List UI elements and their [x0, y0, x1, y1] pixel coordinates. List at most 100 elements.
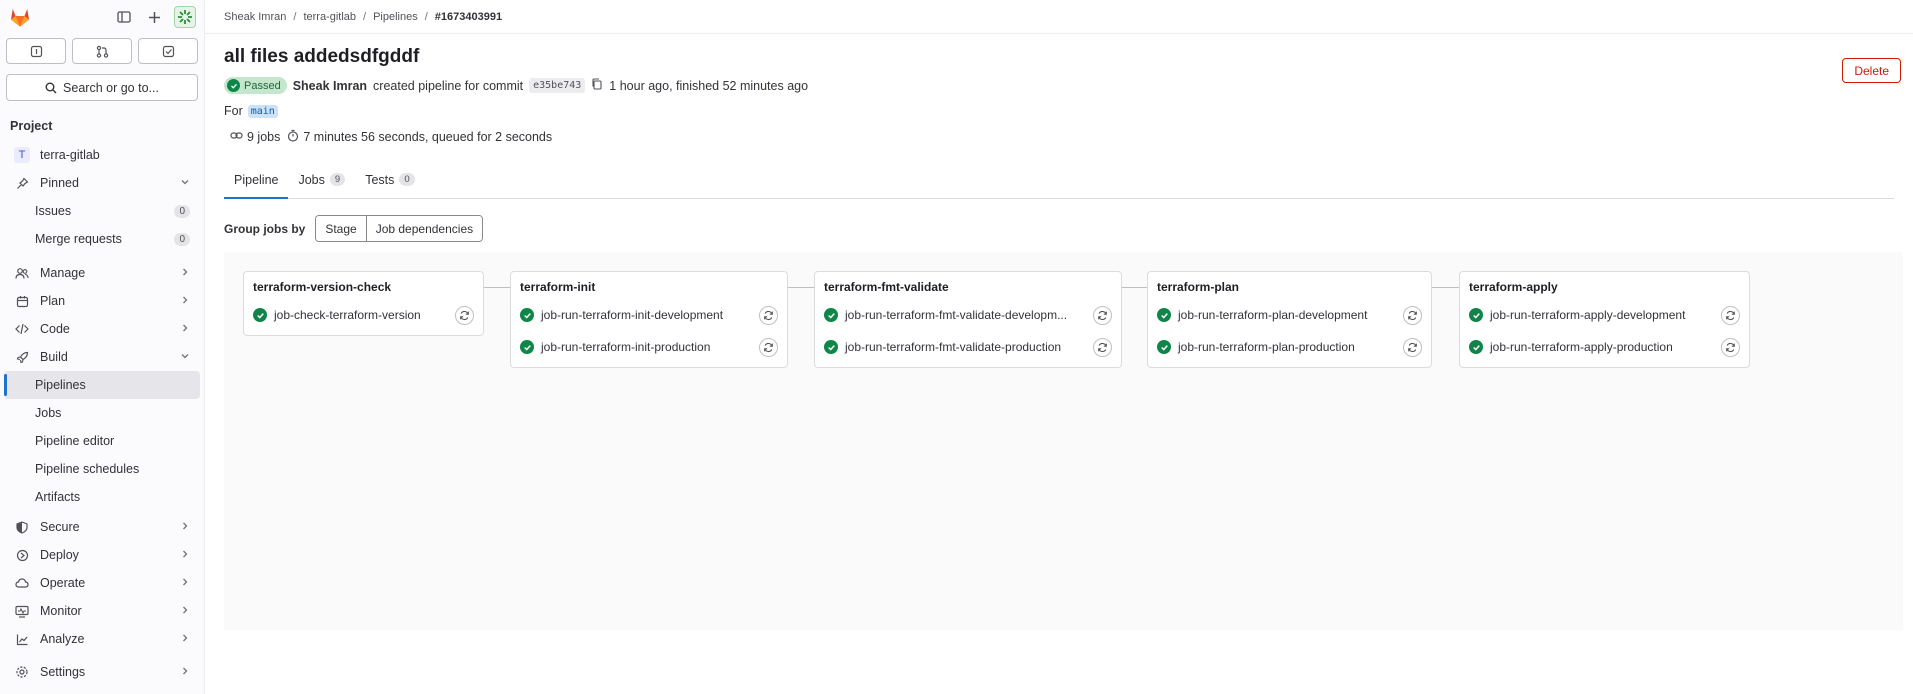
status-label: Passed [244, 79, 281, 92]
issues-label: Issues [35, 204, 72, 218]
job-name: job-run-terraform-plan-development [1178, 308, 1368, 322]
sidebar-item-project[interactable]: T terra-gitlab [4, 141, 200, 169]
sidebar-item-build[interactable]: Build [4, 343, 200, 371]
sidebar-item-plan[interactable]: Plan [4, 287, 200, 315]
sidebar-item-manage[interactable]: Manage [4, 259, 200, 287]
commit-sha[interactable]: e35be743 [529, 78, 586, 93]
sidebar-item-settings[interactable]: Settings [4, 658, 200, 686]
sidebar-item-secure[interactable]: Secure [4, 513, 200, 541]
stage-title: terraform-apply [1469, 280, 1558, 294]
retry-icon[interactable] [1403, 305, 1422, 325]
search-button[interactable]: Search or go to... [6, 74, 198, 101]
retry-icon[interactable] [1721, 305, 1740, 325]
user-avatar[interactable] [174, 6, 196, 28]
job-item[interactable]: job-run-terraform-fmt-validate-developm.… [815, 299, 1121, 331]
stage-connector [1122, 287, 1147, 288]
code-label: Code [40, 322, 70, 336]
sidebar-item-pipeline-schedules[interactable]: Pipeline schedules [4, 455, 200, 483]
sidebar-item-pipelines[interactable]: Pipelines [4, 371, 200, 399]
retry-icon[interactable] [1093, 337, 1112, 357]
check-circle-icon [520, 340, 534, 354]
timer-icon [287, 129, 299, 145]
tab-tests[interactable]: Tests 0 [355, 161, 424, 198]
group-by-dependencies-button[interactable]: Job dependencies [365, 216, 483, 241]
issues-icon [30, 45, 42, 57]
stage-column: terraform-apply job-run-terraform-apply-d… [1459, 271, 1750, 368]
toggle-sidebar-icon[interactable] [114, 7, 134, 27]
status-badge[interactable]: Passed [224, 77, 287, 94]
sidebar-item-issues[interactable]: Issues 0 [4, 197, 200, 225]
cloud-icon [14, 575, 30, 591]
sidebar-item-pinned[interactable]: Pinned [4, 169, 200, 197]
delete-button[interactable]: Delete [1842, 58, 1901, 83]
created-text: created pipeline for commit [373, 78, 524, 93]
job-name: job-run-terraform-init-production [541, 340, 711, 354]
job-item[interactable]: job-run-terraform-init-production [511, 331, 787, 363]
project-avatar: T [14, 147, 30, 163]
job-item[interactable]: job-run-terraform-apply-production [1460, 331, 1749, 363]
job-item[interactable]: job-run-terraform-init-development [511, 299, 787, 331]
pipeline-schedules-label: Pipeline schedules [35, 462, 140, 476]
sidebar-item-artifacts[interactable]: Artifacts [4, 483, 200, 511]
chevron-right-icon [180, 322, 190, 336]
deploy-label: Deploy [40, 548, 79, 562]
sidebar-item-deploy[interactable]: Deploy [4, 541, 200, 569]
stage-column: terraform-init job-run-terraform-init-dev… [510, 271, 788, 368]
sidebar-item-monitor[interactable]: Monitor [4, 597, 200, 625]
job-item[interactable]: job-run-terraform-apply-development [1460, 299, 1749, 331]
todos-shortcut-button[interactable] [138, 38, 198, 64]
merge-requests-shortcut-button[interactable] [72, 38, 132, 64]
pipeline-page: all files addedsdfgddf Delete Passed She… [205, 46, 1913, 630]
issues-shortcut-button[interactable] [6, 38, 66, 64]
retry-icon[interactable] [1721, 337, 1740, 357]
settings-label: Settings [40, 665, 86, 679]
stage-column: terraform-plan job-run-terraform-plan-dev… [1147, 271, 1432, 368]
breadcrumb-pipelines[interactable]: Pipelines [373, 11, 418, 23]
sidebar-item-operate[interactable]: Operate [4, 569, 200, 597]
stage-connector [788, 287, 814, 288]
breadcrumb-project[interactable]: terra-gitlab [303, 11, 356, 23]
job-name: job-run-terraform-fmt-validate-productio… [845, 340, 1062, 354]
tab-tests-count: 0 [399, 173, 415, 186]
gear-icon [14, 664, 30, 680]
retry-icon[interactable] [759, 305, 778, 325]
tab-jobs[interactable]: Jobs 9 [288, 161, 355, 198]
stage-title: terraform-init [520, 280, 596, 294]
check-circle-icon [520, 308, 534, 322]
breadcrumb-user[interactable]: Sheak Imran [224, 11, 286, 23]
breadcrumb-separator: / [293, 10, 297, 23]
retry-icon[interactable] [1093, 305, 1112, 325]
gitlab-logo-icon[interactable] [8, 5, 32, 29]
job-item[interactable]: job-check-terraform-version [244, 299, 483, 331]
pipeline-author[interactable]: Sheak Imran [293, 79, 367, 93]
sidebar-item-analyze[interactable]: Analyze [4, 625, 200, 653]
branch-ref[interactable]: main [247, 104, 278, 118]
plus-icon[interactable] [144, 7, 164, 27]
build-label: Build [40, 350, 68, 364]
sidebar-item-pipeline-editor[interactable]: Pipeline editor [4, 427, 200, 455]
sidebar-item-merge-requests[interactable]: Merge requests 0 [4, 225, 200, 253]
merge-request-icon [96, 45, 108, 58]
retry-icon[interactable] [455, 305, 474, 325]
sidebar-item-jobs[interactable]: Jobs [4, 399, 200, 427]
group-by-stage-button[interactable]: Stage [316, 216, 366, 241]
pipeline-editor-label: Pipeline editor [35, 434, 115, 448]
merge-requests-label: Merge requests [35, 232, 122, 246]
users-icon [14, 265, 30, 281]
group-jobs-toggle: Stage Job dependencies [315, 215, 484, 242]
job-name: job-run-terraform-apply-production [1490, 340, 1673, 354]
job-item[interactable]: job-run-terraform-plan-production [1148, 331, 1431, 363]
tab-pipeline[interactable]: Pipeline [224, 161, 289, 199]
retry-icon[interactable] [1403, 337, 1422, 357]
breadcrumb-current[interactable]: #1673403991 [435, 11, 502, 23]
job-item[interactable]: job-run-terraform-fmt-validate-productio… [815, 331, 1121, 363]
tab-tests-label: Tests [365, 172, 395, 187]
retry-icon[interactable] [759, 337, 778, 357]
job-item[interactable]: job-run-terraform-plan-development [1148, 299, 1431, 331]
pipelines-label: Pipelines [35, 378, 86, 392]
copy-icon[interactable] [591, 78, 603, 93]
project-name: terra-gitlab [40, 148, 100, 162]
tab-jobs-label: Jobs [298, 172, 325, 187]
monitor-icon [14, 603, 30, 619]
sidebar-item-code[interactable]: Code [4, 315, 200, 343]
